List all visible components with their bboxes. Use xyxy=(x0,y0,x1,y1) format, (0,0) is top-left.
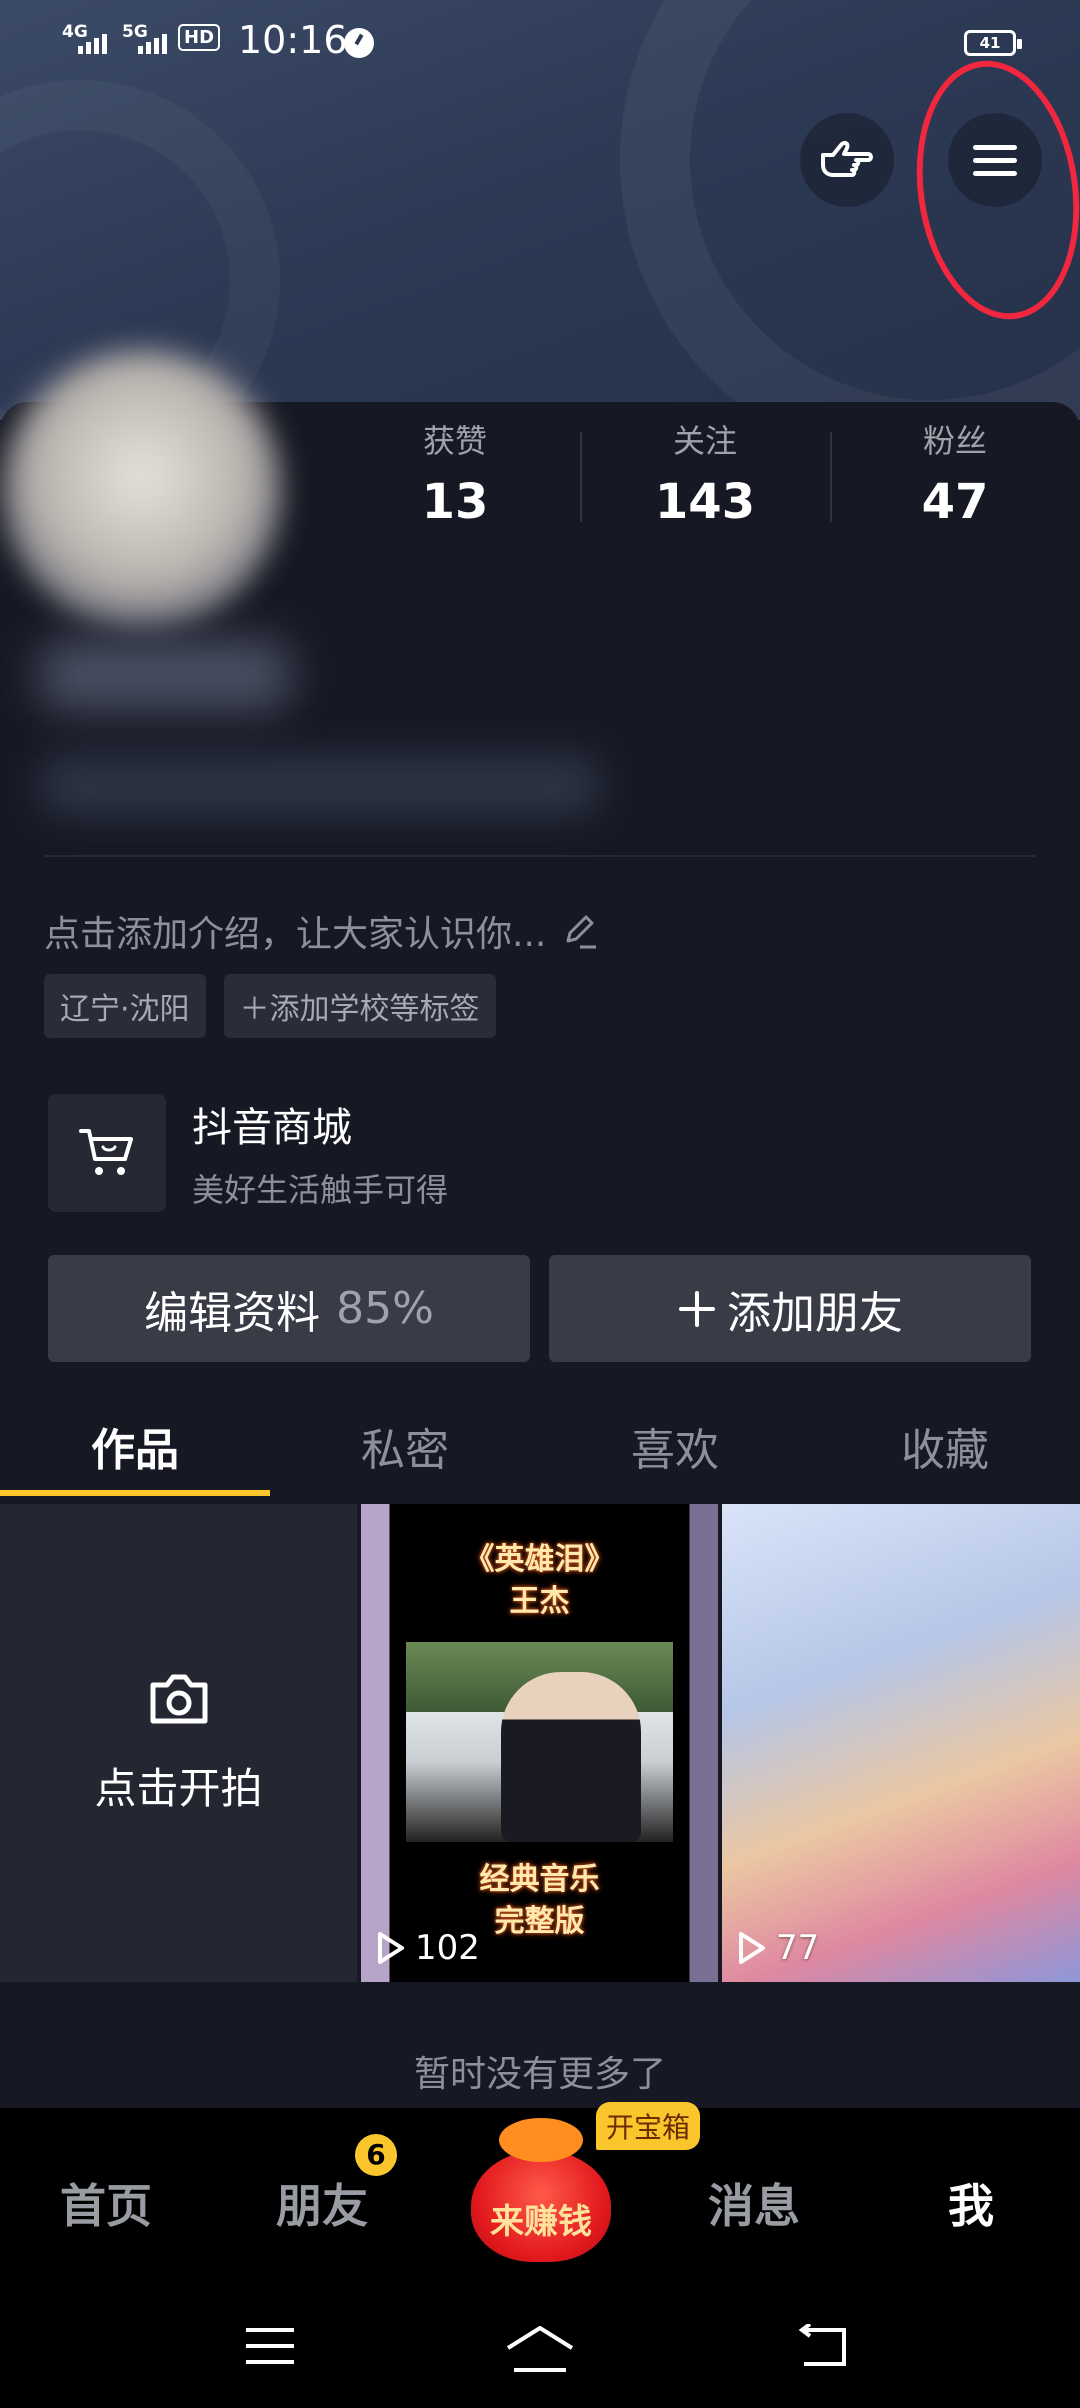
play-count-value: 77 xyxy=(776,1928,820,1968)
gold-coins-icon xyxy=(499,2118,583,2162)
start-shooting-tile[interactable]: 点击开拍 xyxy=(0,1504,357,1982)
profile-tags: 辽宁·沈阳 ＋添加学校等标签 xyxy=(44,974,496,1038)
alarm-icon xyxy=(344,28,374,58)
add-school-tag-button[interactable]: ＋添加学校等标签 xyxy=(223,974,496,1038)
stat-value: 47 xyxy=(921,474,989,530)
camera-icon xyxy=(150,1674,207,1723)
tab-private[interactable]: 私密 xyxy=(270,1388,540,1496)
earn-money-button[interactable]: 来赚钱 xyxy=(465,2110,615,2270)
no-more-content-text: 暂时没有更多了 xyxy=(413,2054,666,2095)
tab-likes[interactable]: 喜欢 xyxy=(540,1388,810,1496)
edit-pencil-icon xyxy=(566,915,597,949)
play-count: 102 xyxy=(375,1928,480,1968)
tab-favorites[interactable]: 收藏 xyxy=(810,1388,1080,1496)
tab-works[interactable]: 作品 xyxy=(0,1388,270,1496)
friends-notification-badge: 6 xyxy=(355,2134,397,2176)
stat-likes[interactable]: 获赞 13 xyxy=(330,412,580,532)
signal-bars-icon xyxy=(78,30,107,54)
video-overlay-text: 王杰 xyxy=(509,1584,570,1619)
edit-profile-label: 编辑资料 xyxy=(144,1287,321,1339)
add-friend-label: 添加朋友 xyxy=(727,1287,903,1339)
signal-bars-icon xyxy=(138,30,167,54)
mall-title: 抖音商城 xyxy=(192,1105,352,1151)
stat-label: 获赞 xyxy=(422,422,487,460)
earn-money-label: 来赚钱 xyxy=(490,2202,592,2242)
start-shooting-label: 点击开拍 xyxy=(94,1763,263,1813)
profile-stats: 获赞 13 关注 143 粉丝 47 xyxy=(330,412,1080,532)
video-overlay-text: 经典音乐 xyxy=(479,1862,600,1897)
bio-placeholder-text: 点击添加介绍，让大家认识你... xyxy=(44,914,547,955)
location-tag[interactable]: 辽宁·沈阳 xyxy=(44,974,206,1038)
edit-profile-button[interactable]: 编辑资料 85% xyxy=(48,1255,530,1362)
status-bar: 4G 5G HD 10:16 41 xyxy=(0,0,1080,84)
pointing-hand-icon xyxy=(821,140,873,177)
open-treasure-chest-badge[interactable]: 开宝箱 xyxy=(596,2102,701,2150)
hd-voice-icon: HD xyxy=(178,24,221,51)
nav-me[interactable]: 我 xyxy=(948,2170,994,2236)
nav-home[interactable]: 首页 xyxy=(60,2170,152,2236)
visitor-hand-button[interactable] xyxy=(800,113,894,207)
add-friend-button[interactable]: 添加朋友 xyxy=(549,1255,1031,1362)
stat-followers[interactable]: 粉丝 47 xyxy=(830,412,1080,532)
video-still-image xyxy=(406,1642,673,1842)
video-thumbnail[interactable]: 《英雄泪》 王杰 经典音乐 完整版 102 xyxy=(361,1504,718,1982)
stat-label: 粉丝 xyxy=(922,422,987,460)
bio-intro[interactable]: 点击添加介绍，让大家认识你... xyxy=(44,905,600,957)
singer-figure xyxy=(501,1672,641,1842)
stat-value: 143 xyxy=(654,474,756,530)
status-time: 10:16 xyxy=(238,18,348,62)
system-navigation-bar xyxy=(0,2288,1080,2408)
stat-following[interactable]: 关注 143 xyxy=(580,412,830,532)
divider xyxy=(44,855,1036,857)
stat-label: 关注 xyxy=(672,422,737,460)
back-icon[interactable] xyxy=(796,2324,850,2370)
video-grid: 点击开拍 《英雄泪》 王杰 经典音乐 完整版 102 77 xyxy=(0,1504,1080,1982)
douyin-mall-entry[interactable]: 抖音商城 美好生活触手可得 xyxy=(48,1094,448,1212)
avatar[interactable] xyxy=(2,350,282,630)
play-icon xyxy=(378,1932,404,1964)
video-thumbnail[interactable]: 77 xyxy=(722,1504,1080,1982)
nav-messages[interactable]: 消息 xyxy=(708,2170,800,2236)
battery-icon: 41 xyxy=(964,30,1022,56)
mall-subtitle: 美好生活触手可得 xyxy=(192,1171,449,1209)
play-count: 77 xyxy=(736,1928,819,1968)
blurred-user-id xyxy=(40,755,600,815)
home-icon[interactable] xyxy=(504,2324,576,2374)
blurred-username xyxy=(40,640,290,710)
nav-friends[interactable]: 朋友 xyxy=(276,2170,368,2236)
plus-icon xyxy=(679,1290,715,1327)
shopping-cart-icon xyxy=(48,1094,166,1212)
recent-apps-icon[interactable] xyxy=(244,2324,296,2368)
play-icon xyxy=(739,1932,765,1964)
play-count-value: 102 xyxy=(415,1928,480,1968)
video-overlay-text: 《英雄泪》 xyxy=(464,1542,615,1577)
stat-value: 13 xyxy=(421,474,489,530)
profile-completion-percent: 85% xyxy=(336,1283,434,1334)
profile-tabs: 作品 私密 喜欢 收藏 xyxy=(0,1388,1080,1496)
